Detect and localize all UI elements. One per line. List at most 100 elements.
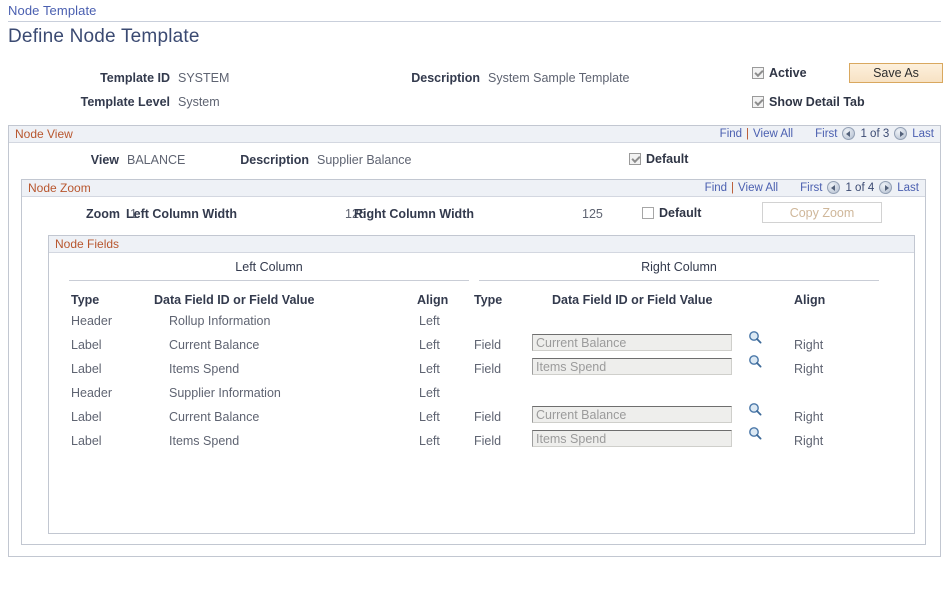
left-row-align: Left: [419, 410, 440, 424]
left-row-data-field: Current Balance: [169, 410, 259, 424]
show-detail-tab-checkbox[interactable]: Show Detail Tab: [752, 95, 865, 109]
right-row-data-field-input[interactable]: [532, 406, 732, 423]
node-view-row-counter: 1 of 3: [860, 128, 889, 140]
right-row-data-field-input[interactable]: [532, 334, 732, 351]
node-fields-panel: Node Fields Left Column Right Column Typ…: [48, 235, 915, 534]
show-detail-tab-checkbox-label: Show Detail Tab: [769, 95, 865, 109]
node-view-header: Node View Find | View All First 1 of 3 L…: [9, 126, 940, 143]
node-view-last-link[interactable]: Last: [912, 128, 934, 140]
node-zoom-panel: Node Zoom Find | View All First 1 of 4 L…: [21, 179, 926, 545]
breadcrumb-divider: [8, 21, 941, 22]
right-row-align: Right: [794, 362, 823, 376]
right-row-align: Right: [794, 338, 823, 352]
save-as-button[interactable]: Save As: [849, 63, 943, 83]
copy-zoom-button[interactable]: Copy Zoom: [762, 202, 882, 223]
node-zoom-first-link[interactable]: First: [800, 182, 822, 194]
node-zoom-nav-separator: |: [731, 182, 734, 194]
right-column-rule: [479, 280, 879, 281]
left-row-data-field: Current Balance: [169, 338, 259, 352]
left-col-align-header: Align: [417, 293, 448, 307]
left-row-align: Left: [419, 434, 440, 448]
right-column-width-value: 125: [582, 207, 603, 221]
right-row-align: Right: [794, 410, 823, 424]
node-zoom-header: Node Zoom Find | View All First 1 of 4 L…: [22, 180, 925, 197]
node-zoom-title: Node Zoom: [28, 181, 91, 195]
page-title: Define Node Template: [8, 26, 200, 48]
left-col-type-header: Type: [71, 293, 99, 307]
search-icon[interactable]: [748, 330, 762, 344]
left-row-align: Left: [419, 362, 440, 376]
app-page: Node Template Define Node Template Templ…: [0, 0, 949, 591]
left-row-type: Label: [71, 362, 102, 376]
view-value: BALANCE: [127, 153, 185, 167]
right-column-heading: Right Column: [479, 260, 879, 274]
left-row-type: Label: [71, 434, 102, 448]
node-view-find-link[interactable]: Find: [720, 128, 742, 140]
node-view-navigation: Find | View All First 1 of 3 Last: [720, 127, 934, 140]
node-view-description-label: Description: [234, 153, 309, 167]
left-row-align: Left: [419, 386, 440, 400]
left-row-align: Left: [419, 338, 440, 352]
show-detail-tab-checkbox-box[interactable]: [752, 96, 764, 108]
node-zoom-row-counter: 1 of 4: [845, 182, 874, 194]
node-view-default-checkbox[interactable]: Default: [629, 152, 688, 166]
node-zoom-next-page-icon[interactable]: [879, 181, 892, 194]
left-row-data-field: Supplier Information: [169, 386, 281, 400]
right-row-data-field-input[interactable]: [532, 358, 732, 375]
left-row-data-field: Rollup Information: [169, 314, 270, 328]
left-column-heading: Left Column: [69, 260, 469, 274]
search-icon[interactable]: [748, 426, 762, 440]
node-zoom-view-all-link[interactable]: View All: [738, 182, 778, 194]
template-level-label: Template Level: [20, 95, 170, 109]
left-row-data-field: Items Spend: [169, 434, 239, 448]
node-zoom-default-checkbox-box[interactable]: [642, 207, 654, 219]
active-checkbox-box[interactable]: [752, 67, 764, 79]
left-row-data-field: Items Spend: [169, 362, 239, 376]
left-column-width-label: Left Column Width: [122, 207, 237, 221]
description-value: System Sample Template: [488, 71, 630, 85]
node-view-description-value: Supplier Balance: [317, 153, 412, 167]
node-zoom-navigation: Find | View All First 1 of 4 Last: [705, 181, 919, 194]
right-row-type: Field: [474, 338, 501, 352]
node-zoom-last-link[interactable]: Last: [897, 182, 919, 194]
left-row-type: Label: [71, 338, 102, 352]
search-icon[interactable]: [748, 354, 762, 368]
right-row-data-field-input[interactable]: [532, 430, 732, 447]
node-view-default-checkbox-label: Default: [646, 152, 688, 166]
node-view-title: Node View: [15, 127, 73, 141]
node-fields-header: Node Fields: [49, 236, 914, 253]
node-view-first-link[interactable]: First: [815, 128, 837, 140]
node-view-default-checkbox-box[interactable]: [629, 153, 641, 165]
node-fields-title: Node Fields: [55, 237, 119, 251]
node-zoom-default-checkbox[interactable]: Default: [642, 206, 701, 220]
template-id-value: SYSTEM: [178, 71, 229, 85]
left-row-type: Header: [71, 386, 112, 400]
node-view-panel: Node View Find | View All First 1 of 3 L…: [8, 125, 941, 557]
search-icon[interactable]: [748, 402, 762, 416]
active-checkbox-label: Active: [769, 66, 807, 80]
description-label: Description: [330, 71, 480, 85]
template-id-label: Template ID: [20, 71, 170, 85]
right-row-align: Right: [794, 434, 823, 448]
left-row-type: Label: [71, 410, 102, 424]
right-row-type: Field: [474, 434, 501, 448]
node-zoom-find-link[interactable]: Find: [705, 182, 727, 194]
left-row-type: Header: [71, 314, 112, 328]
right-col-type-header: Type: [474, 293, 502, 307]
right-row-type: Field: [474, 410, 501, 424]
left-col-data-field-header: Data Field ID or Field Value: [154, 293, 314, 307]
right-col-align-header: Align: [794, 293, 825, 307]
right-column-width-label: Right Column Width: [352, 207, 474, 221]
node-zoom-default-checkbox-label: Default: [659, 206, 701, 220]
node-zoom-previous-page-icon[interactable]: [827, 181, 840, 194]
node-view-previous-page-icon[interactable]: [842, 127, 855, 140]
left-column-rule: [69, 280, 469, 281]
node-view-view-all-link[interactable]: View All: [753, 128, 793, 140]
node-view-next-page-icon[interactable]: [894, 127, 907, 140]
active-checkbox[interactable]: Active: [752, 66, 807, 80]
left-row-align: Left: [419, 314, 440, 328]
template-level-value: System: [178, 95, 220, 109]
right-row-type: Field: [474, 362, 501, 376]
breadcrumb-node-template[interactable]: Node Template: [8, 3, 97, 18]
right-col-data-field-header: Data Field ID or Field Value: [552, 293, 712, 307]
